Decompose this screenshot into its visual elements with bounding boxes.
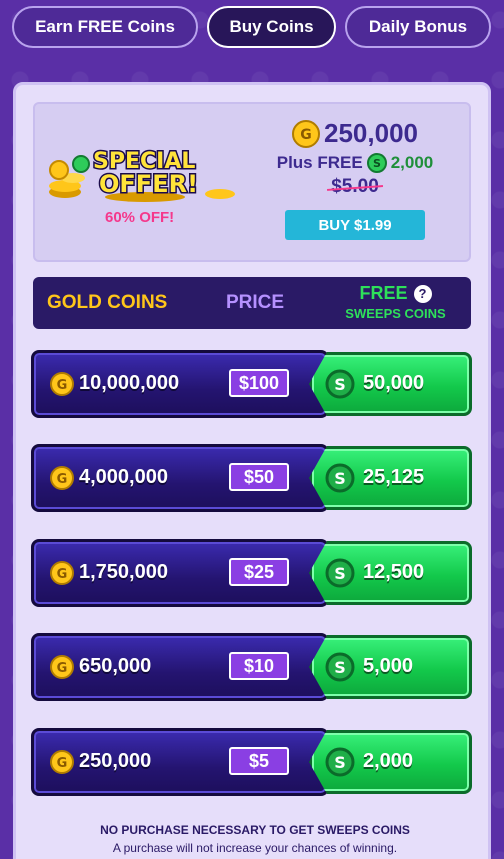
sweeps-coin-icon: S	[325, 463, 355, 493]
sweeps-coin-icon: S	[325, 747, 355, 777]
sweeps-coin-icon: S	[325, 652, 355, 682]
tab-buy-coins[interactable]: Buy Coins	[207, 6, 336, 48]
package-price: $5	[229, 747, 289, 775]
package-sweeps-amount: 5,000	[363, 655, 414, 677]
package-price: $100	[229, 369, 289, 397]
gold-coin-icon: G	[50, 372, 74, 396]
offer-old-price: $5.00	[331, 176, 379, 197]
header-free-sweeps: FREE ? SWEEPS COINS	[333, 283, 458, 321]
offer-plus-free: Plus FREE S 2,000	[265, 153, 445, 173]
svg-text:G: G	[57, 378, 68, 393]
tab-earn-free-coins[interactable]: Earn FREE Coins	[12, 6, 198, 48]
svg-text:G: G	[57, 472, 68, 487]
header-free-label: FREE	[359, 283, 408, 303]
package-sweeps-amount: 50,000	[363, 372, 425, 394]
sweeps-coin-icon: S	[325, 558, 355, 588]
special-offer-art: SPECIAL OFFER!	[49, 148, 235, 202]
offer-discount: 60% OFF!	[105, 209, 175, 226]
special-offer-card: SPECIAL OFFER! 60% OFF! G 250,000 Plus F…	[33, 102, 471, 262]
gold-coin-icon: G	[50, 466, 74, 490]
gold-coin-icon: G	[50, 655, 74, 679]
header-price: PRICE	[226, 292, 285, 313]
coin-package[interactable]: G 1,750,000 $25 S 12,500	[31, 539, 472, 607]
svg-text:G: G	[57, 756, 68, 771]
offer-sweeps-value: 2,000	[390, 153, 434, 172]
sweeps-coin-icon: S	[366, 153, 387, 173]
coin-package[interactable]: G 250,000 $5 S 2,000	[31, 728, 472, 796]
package-gold-amount: 650,000	[79, 655, 152, 677]
offer-gold-value: 250,000	[324, 118, 418, 148]
disclaimer: NO PURCHASE NECESSARY TO GET SWEEPS COIN…	[16, 823, 494, 855]
package-gold-amount: 250,000	[79, 750, 152, 772]
package-gold-amount: 1,750,000	[79, 561, 168, 583]
package-price: $10	[229, 652, 289, 680]
svg-text:S: S	[334, 753, 346, 772]
svg-text:OFFER!: OFFER!	[99, 170, 198, 198]
gold-coin-icon: G	[50, 750, 74, 774]
package-gold-amount: 4,000,000	[79, 466, 168, 488]
gold-coin-icon: G	[50, 561, 74, 585]
store-panel: SPECIAL OFFER! 60% OFF! G 250,000 Plus F…	[13, 82, 491, 859]
package-table-header: GOLD COINS PRICE FREE ? SWEEPS COINS	[33, 277, 471, 329]
package-price: $25	[229, 558, 289, 586]
svg-text:G: G	[57, 567, 68, 582]
help-icon[interactable]: ?	[413, 284, 432, 303]
package-sweeps-amount: 12,500	[363, 561, 425, 583]
svg-text:S: S	[334, 564, 346, 583]
coin-package[interactable]: G 10,000,000 $100 S 50,000	[31, 350, 472, 418]
offer-plus-label: Plus FREE	[276, 153, 363, 172]
header-gold-coins: GOLD COINS	[47, 292, 168, 313]
tab-daily-bonus[interactable]: Daily Bonus	[345, 6, 491, 48]
coin-package[interactable]: G 4,000,000 $50 S 25,125	[31, 444, 472, 512]
package-price: $50	[229, 463, 289, 491]
coin-package[interactable]: G 650,000 $10 S 5,000	[31, 633, 472, 701]
disclaimer-line-1: NO PURCHASE NECESSARY TO GET SWEEPS COIN…	[100, 823, 410, 837]
svg-text:S: S	[334, 658, 346, 677]
svg-text:G: G	[57, 661, 68, 676]
package-gold-amount: 10,000,000	[79, 372, 180, 394]
svg-text:S: S	[334, 469, 346, 488]
package-sweeps-amount: 25,125	[363, 466, 425, 488]
disclaimer-line-2: A purchase will not increase your chance…	[112, 841, 398, 855]
header-sweeps-label: SWEEPS COINS	[345, 306, 446, 321]
sweeps-coin-icon: S	[325, 369, 355, 399]
svg-text:S: S	[334, 375, 346, 394]
tab-bar: Earn FREE Coins Buy Coins Daily Bonus	[12, 6, 492, 50]
package-sweeps-amount: 2,000	[363, 750, 414, 772]
offer-buy-button[interactable]: BUY $1.99	[285, 210, 425, 240]
svg-text:G: G	[300, 127, 312, 143]
offer-gold-amount: G 250,000	[265, 118, 445, 149]
svg-text:S: S	[373, 157, 381, 170]
gold-coin-icon: G	[292, 119, 320, 148]
